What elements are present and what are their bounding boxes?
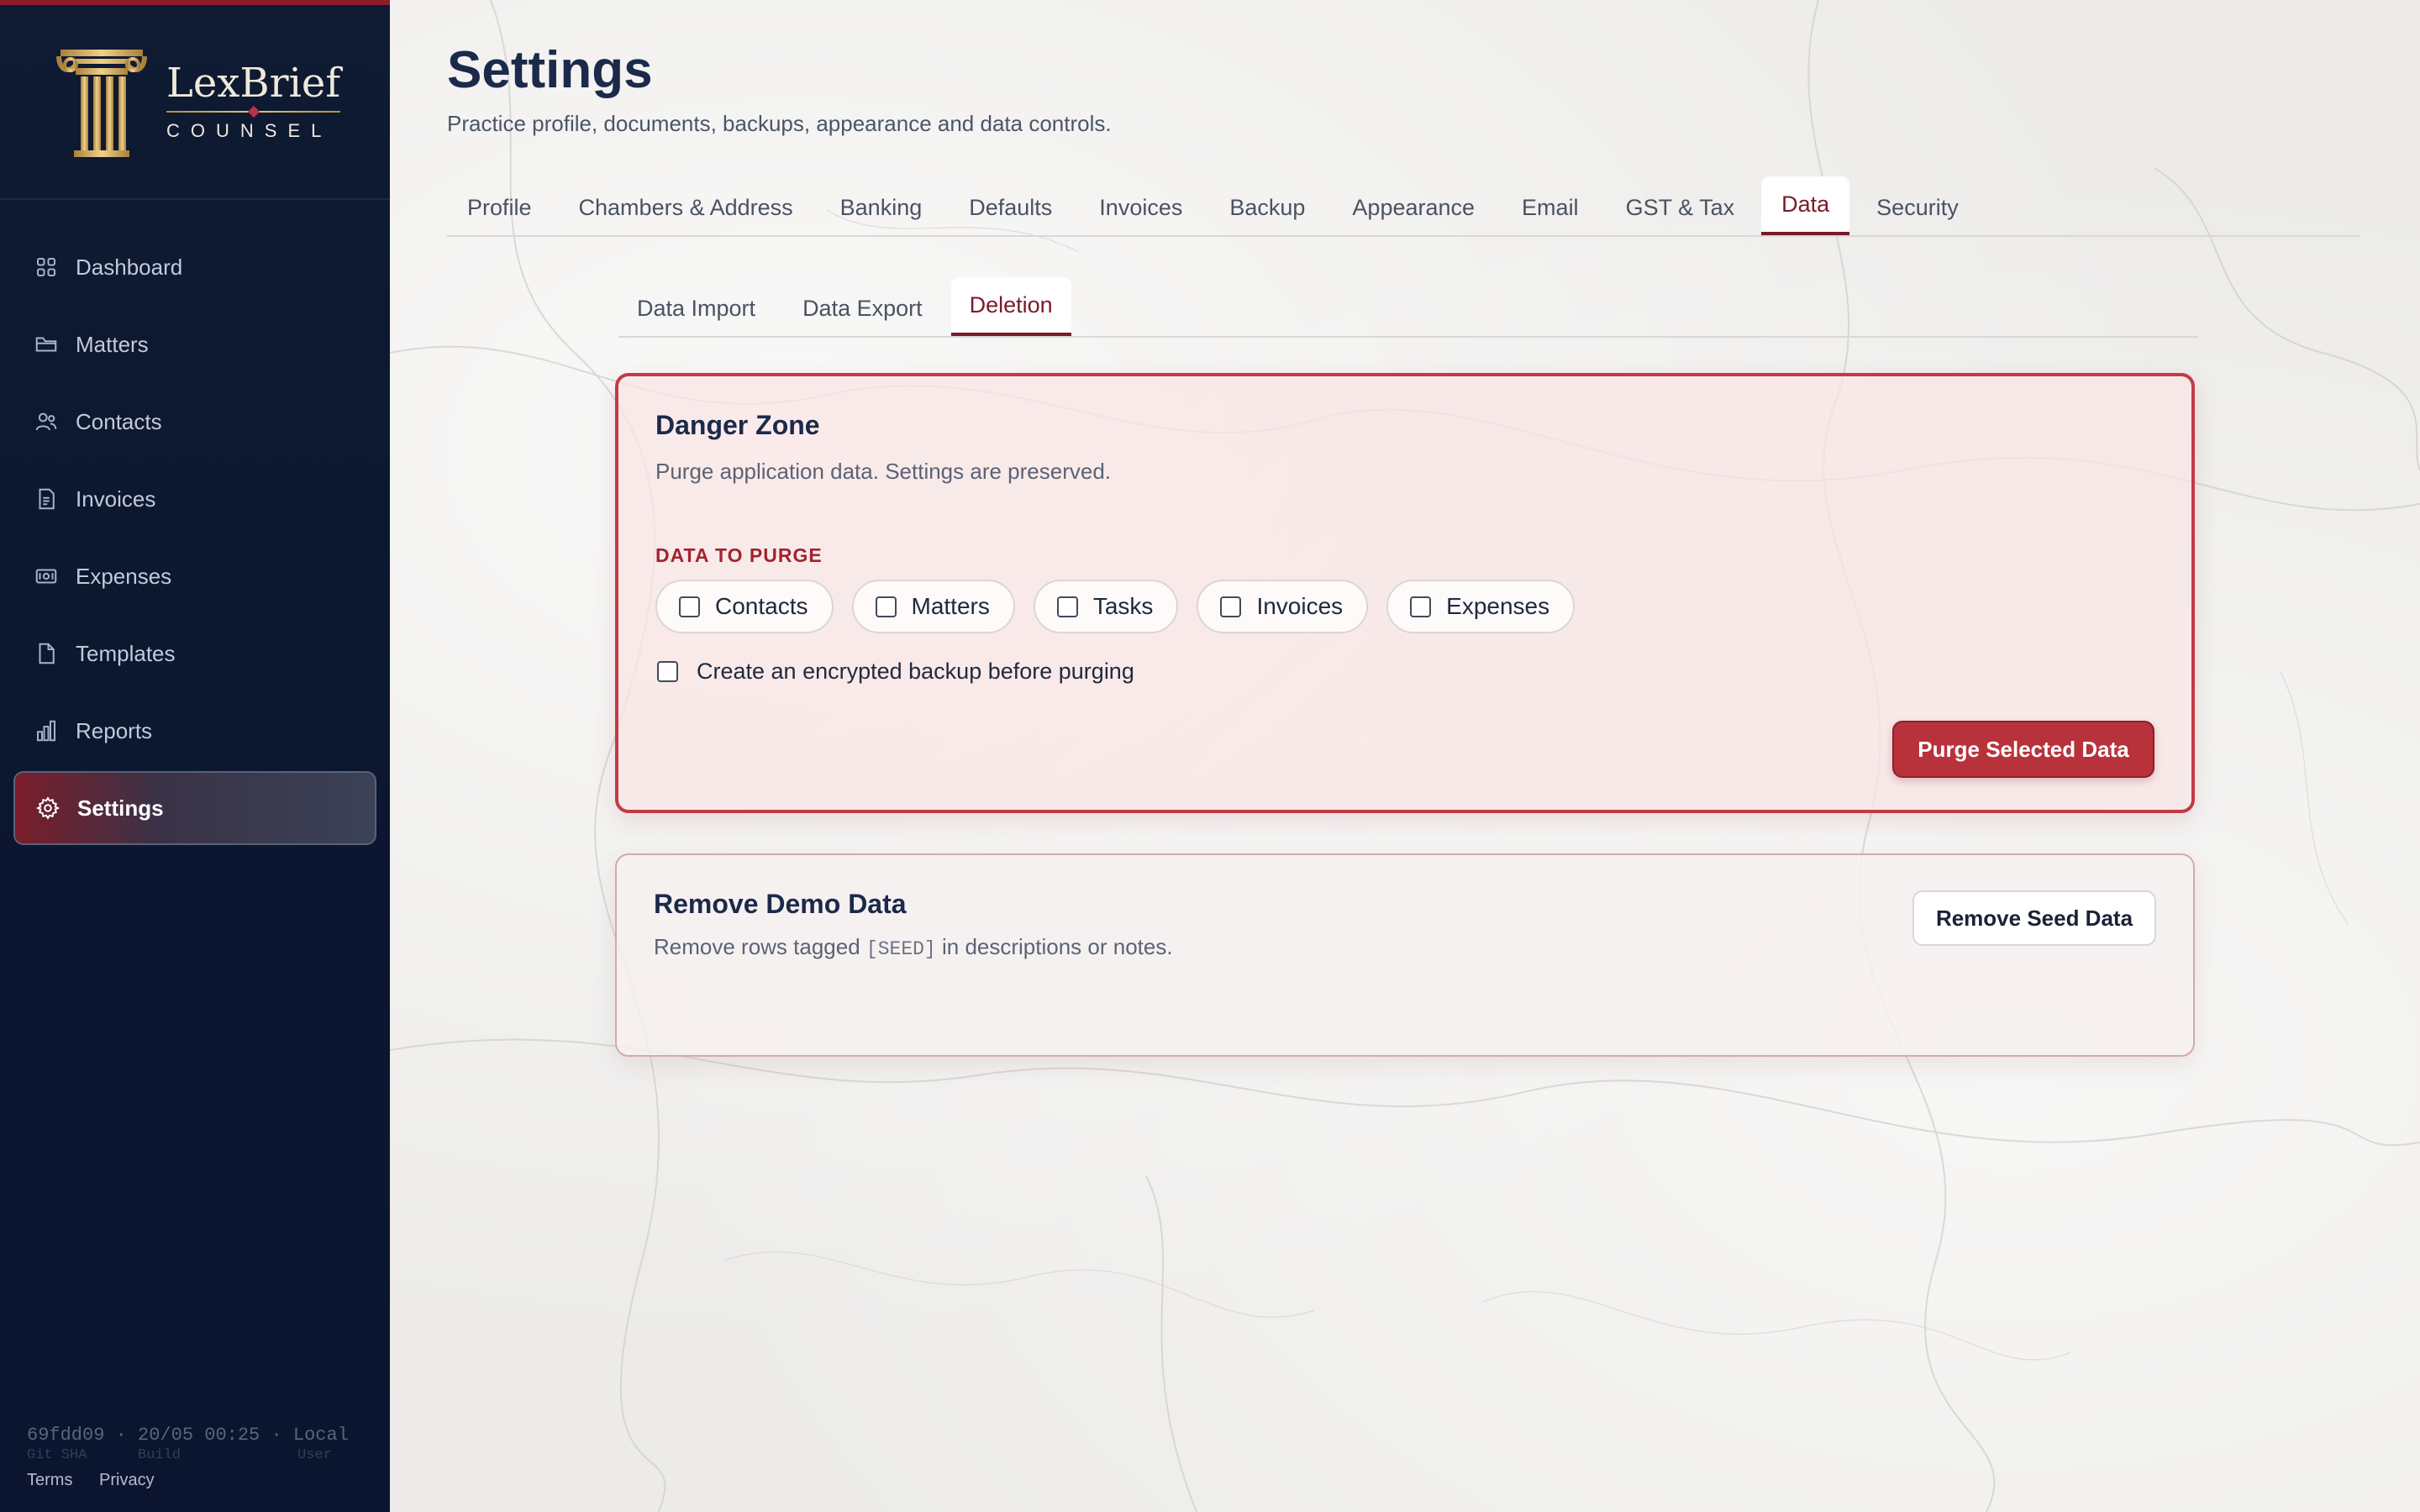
sidebar-item-matters[interactable]: Matters — [13, 307, 376, 381]
danger-zone-title: Danger Zone — [655, 410, 820, 440]
purge-option-contacts[interactable]: Contacts — [655, 580, 834, 633]
subtab-deletion[interactable]: Deletion — [950, 277, 1071, 336]
build-info: 69fdd09 · 20/05 00:25 · Local Git SHA Bu… — [27, 1425, 349, 1463]
users-icon — [34, 409, 59, 434]
tab-gst-tax[interactable]: GST & Tax — [1606, 180, 1755, 235]
tab-email[interactable]: Email — [1502, 180, 1599, 235]
tab-backup[interactable]: Backup — [1209, 180, 1325, 235]
purge-options: Contacts Matters Tasks Invoices Expenses — [655, 580, 1593, 633]
desc-text: in descriptions or notes. — [941, 934, 1173, 959]
encrypted-backup-option[interactable]: Create an encrypted backup before purgin… — [657, 659, 1134, 685]
build-sep: · — [115, 1425, 127, 1446]
danger-zone-card: Danger Zone Purge application data. Sett… — [615, 373, 2195, 813]
checkbox[interactable] — [679, 596, 700, 617]
git-sha: 69fdd09 — [27, 1425, 105, 1446]
checkbox[interactable] — [875, 596, 897, 617]
banknote-icon — [34, 564, 59, 589]
remove-demo-data-description: Remove rows tagged [SEED] in description… — [654, 934, 1173, 960]
backup-checkbox[interactable] — [657, 661, 678, 682]
settings-tabs: Profile Chambers & Address Banking Defau… — [447, 175, 2360, 237]
sidebar: LexBrief COUNSEL Dashboard Matters Conta… — [0, 0, 390, 1512]
page-title: Settings — [447, 41, 653, 99]
sidebar-item-invoices[interactable]: Invoices — [13, 462, 376, 536]
sidebar-item-templates[interactable]: Templates — [13, 617, 376, 690]
purge-option-expenses[interactable]: Expenses — [1386, 580, 1576, 633]
git-sha-caption: Git SHA — [27, 1447, 87, 1463]
purge-option-tasks[interactable]: Tasks — [1033, 580, 1179, 633]
tab-invoices[interactable]: Invoices — [1079, 180, 1202, 235]
danger-zone-description: Purge application data. Settings are pre… — [655, 459, 1112, 484]
sidebar-item-label: Expenses — [76, 563, 172, 589]
remove-demo-data-card: Remove Demo Data Remove rows tagged [SEE… — [615, 853, 2195, 1057]
sidebar-item-label: Dashboard — [76, 254, 183, 280]
tab-chambers-address[interactable]: Chambers & Address — [559, 180, 813, 235]
invoice-icon — [34, 486, 59, 512]
tab-data[interactable]: Data — [1761, 176, 1850, 235]
desc-text: Remove rows tagged — [654, 934, 860, 959]
checkbox[interactable] — [1410, 596, 1432, 617]
sidebar-nav: Dashboard Matters Contacts Invoices Expe… — [0, 200, 390, 845]
subtab-data-import[interactable]: Data Import — [618, 281, 774, 336]
build-sep: · — [271, 1425, 282, 1446]
brand-subtitle: COUNSEL — [166, 120, 333, 141]
data-to-purge-label: DATA TO PURGE — [655, 544, 823, 566]
sidebar-item-label: Matters — [76, 331, 149, 357]
grid-icon — [34, 255, 59, 280]
pillar-logo-icon — [56, 50, 147, 157]
build-time-caption: Build — [138, 1447, 182, 1463]
purge-selected-data-button[interactable]: Purge Selected Data — [1892, 721, 2154, 778]
sidebar-item-contacts[interactable]: Contacts — [13, 385, 376, 459]
purge-option-matters[interactable]: Matters — [851, 580, 1015, 633]
page-subtitle: Practice profile, documents, backups, ap… — [447, 111, 1112, 136]
build-time: 20/05 00:25 — [138, 1425, 260, 1446]
checkbox[interactable] — [1220, 596, 1242, 617]
terms-link[interactable]: Terms — [27, 1471, 72, 1489]
tab-defaults[interactable]: Defaults — [949, 180, 1072, 235]
subtab-data-export[interactable]: Data Export — [784, 281, 941, 336]
option-label: Matters — [911, 593, 990, 619]
sidebar-item-label: Templates — [76, 640, 176, 666]
sidebar-item-settings[interactable]: Settings — [13, 771, 376, 845]
option-label: Tasks — [1092, 593, 1154, 619]
brand-divider — [166, 108, 341, 116]
tab-banking[interactable]: Banking — [820, 180, 943, 235]
option-label: Invoices — [1256, 593, 1344, 619]
sidebar-item-label: Reports — [76, 717, 153, 743]
tab-profile[interactable]: Profile — [447, 180, 552, 235]
sidebar-item-label: Invoices — [76, 486, 156, 512]
sidebar-item-label: Settings — [77, 795, 164, 821]
file-icon — [34, 641, 59, 666]
option-label: Contacts — [715, 593, 808, 619]
sidebar-item-dashboard[interactable]: Dashboard — [13, 230, 376, 304]
purge-option-invoices[interactable]: Invoices — [1197, 580, 1369, 633]
brand-name: LexBrief — [166, 60, 341, 107]
data-subtabs: Data Import Data Export Deletion — [618, 277, 2198, 338]
brand-logo[interactable]: LexBrief COUNSEL — [0, 5, 390, 200]
sidebar-item-expenses[interactable]: Expenses — [13, 539, 376, 613]
tab-security[interactable]: Security — [1856, 180, 1979, 235]
privacy-link[interactable]: Privacy — [99, 1471, 155, 1489]
remove-seed-data-button[interactable]: Remove Seed Data — [1912, 890, 2156, 946]
folder-icon — [34, 332, 59, 357]
sidebar-item-reports[interactable]: Reports — [13, 694, 376, 768]
build-env: Local — [292, 1425, 349, 1446]
gear-icon — [35, 795, 60, 821]
remove-demo-data-title: Remove Demo Data — [654, 889, 907, 919]
bar-chart-icon — [34, 718, 59, 743]
sidebar-item-label: Contacts — [76, 408, 162, 434]
build-env-caption: User — [297, 1447, 332, 1463]
backup-label: Create an encrypted backup before purgin… — [697, 659, 1134, 684]
legal-links: Terms Privacy — [27, 1471, 176, 1490]
seed-tag: [SEED] — [865, 938, 936, 960]
option-label: Expenses — [1446, 593, 1550, 619]
checkbox[interactable] — [1056, 596, 1078, 617]
tab-appearance[interactable]: Appearance — [1332, 180, 1495, 235]
